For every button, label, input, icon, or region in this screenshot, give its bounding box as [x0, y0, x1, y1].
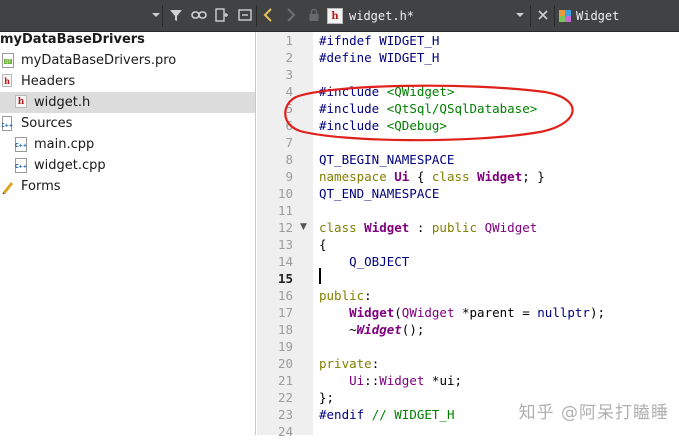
code-line[interactable]: #define WIDGET_H — [319, 49, 439, 66]
code-line[interactable]: ~Widget(); — [319, 321, 424, 338]
dropdown-icon[interactable] — [146, 5, 166, 25]
tree-item-pro[interactable]: QT myDataBaseDrivers.pro — [0, 50, 255, 71]
line-number: 10 — [277, 186, 293, 201]
code-line[interactable]: { — [319, 236, 327, 253]
top-toolbar: h widget.h* Widget — [0, 0, 679, 32]
close-panel-icon[interactable] — [235, 5, 255, 25]
pro-file-icon: QT — [2, 53, 15, 68]
line-number: 22 — [277, 390, 293, 405]
line-number: 13 — [277, 237, 293, 252]
split-add-icon[interactable] — [212, 5, 232, 25]
code-line[interactable]: #endif // WIDGET_H — [319, 406, 454, 423]
code-line[interactable]: public: — [319, 287, 372, 304]
tree-item-label: myDataBaseDrivers.pro — [21, 53, 177, 68]
code-line[interactable]: QT_BEGIN_NAMESPACE — [319, 151, 454, 168]
symbol-name: Widget — [576, 9, 620, 23]
code-line[interactable]: #include <QWidget> — [319, 83, 454, 100]
back-icon[interactable] — [258, 5, 278, 25]
tree-item-sources[interactable]: C++ Sources — [0, 113, 255, 134]
line-number: 3 — [285, 67, 293, 82]
code-line[interactable]: namespace Ui { class Widget; } — [319, 168, 545, 185]
tree-item-forms[interactable]: Forms — [0, 176, 255, 197]
line-number-gutter: 1 2 3 4 5 6 7 8 9 10 11 12 13 14 15 16 1… — [257, 32, 313, 439]
code-line[interactable]: class Widget : public QWidget — [319, 219, 537, 236]
svg-text:C++: C++ — [2, 123, 13, 129]
toolbar-separator — [256, 5, 257, 27]
code-line[interactable]: Q_OBJECT — [319, 253, 409, 270]
line-number: 6 — [285, 118, 293, 133]
project-tree: myDataBaseDrivers QT myDataBaseDrivers.p… — [0, 32, 256, 435]
tree-item-label: Forms — [21, 179, 61, 194]
class-icon — [558, 9, 572, 23]
line-number: 4 — [285, 84, 293, 99]
tree-project-root[interactable]: myDataBaseDrivers — [0, 32, 255, 50]
code-line[interactable]: Widget(QWidget *parent = nullptr); — [319, 304, 605, 321]
code-editor[interactable]: 1 2 3 4 5 6 7 8 9 10 11 12 13 14 15 16 1… — [257, 32, 679, 439]
line-number: 5 — [285, 101, 293, 116]
current-line-number: 15 — [277, 271, 293, 286]
toolbar-separator — [554, 5, 555, 27]
link-icon[interactable] — [189, 5, 209, 25]
code-line[interactable]: QT_END_NAMESPACE — [319, 185, 439, 202]
toolbar-separator — [530, 5, 531, 27]
code-line[interactable]: #ifndef WIDGET_H — [319, 32, 439, 49]
line-number: 24 — [277, 424, 293, 439]
tree-item-label: main.cpp — [34, 137, 95, 152]
line-number: 21 — [277, 373, 293, 388]
line-number: 19 — [277, 339, 293, 354]
lock-icon — [304, 5, 324, 25]
file-name: widget.h* — [349, 9, 415, 23]
line-number: 7 — [285, 135, 293, 150]
tree-item-label: Headers — [21, 74, 76, 89]
cpp-file-icon: C++ — [15, 158, 28, 173]
dropdown-icon[interactable] — [510, 5, 530, 25]
headers-folder-icon: h — [2, 74, 15, 89]
code-line[interactable]: private: — [319, 355, 379, 372]
line-number: 18 — [277, 322, 293, 337]
line-number: 1 — [285, 33, 293, 48]
tree-item-widget-cpp[interactable]: C++ widget.cpp — [0, 155, 255, 176]
svg-text:C++: C++ — [15, 164, 27, 170]
symbol-selector[interactable]: Widget — [558, 4, 619, 28]
tree-item-main-cpp[interactable]: C++ main.cpp — [0, 134, 255, 155]
line-number: 14 — [277, 254, 293, 269]
line-number: 11 — [277, 203, 293, 218]
project-name: myDataBaseDrivers — [0, 32, 145, 47]
line-number: 12 — [277, 220, 293, 235]
tree-item-widget-h[interactable]: h widget.h — [0, 92, 255, 113]
close-icon[interactable] — [533, 5, 553, 25]
code-line[interactable]: #include <QDebug> — [319, 117, 447, 134]
header-file-icon: h — [327, 8, 343, 24]
tree-item-label: widget.cpp — [34, 158, 106, 173]
svg-text:QT: QT — [5, 59, 11, 64]
watermark: 知乎 @阿呆打瞌睡 — [518, 403, 669, 423]
line-number: 16 — [277, 288, 293, 303]
line-number: 20 — [277, 356, 293, 371]
line-number: 17 — [277, 305, 293, 320]
svg-text:C++: C++ — [15, 143, 27, 149]
line-number: 23 — [277, 407, 293, 422]
code-line[interactable]: Ui::Widget *ui; — [319, 372, 462, 389]
line-number: 8 — [285, 152, 293, 167]
line-number: 2 — [285, 50, 293, 65]
fold-arrow-icon[interactable]: ▼ — [300, 219, 308, 236]
filter-icon[interactable] — [166, 5, 186, 25]
code-line[interactable]: }; — [319, 389, 334, 406]
toolbar-separator — [162, 5, 163, 27]
tree-item-label: Sources — [21, 116, 73, 131]
file-tab[interactable]: h widget.h* — [327, 4, 537, 28]
code-line[interactable]: #include <QtSql/QSqlDatabase> — [319, 100, 537, 117]
text-caret — [319, 268, 321, 284]
cpp-file-icon: C++ — [15, 137, 28, 152]
sources-folder-icon: C++ — [1, 116, 15, 131]
header-file-icon: h — [15, 95, 28, 110]
forward-icon[interactable] — [281, 5, 301, 25]
tree-item-label: widget.h — [34, 95, 91, 110]
forms-folder-icon — [2, 179, 15, 194]
line-number: 9 — [285, 169, 293, 184]
tree-item-headers[interactable]: h Headers — [0, 71, 255, 92]
